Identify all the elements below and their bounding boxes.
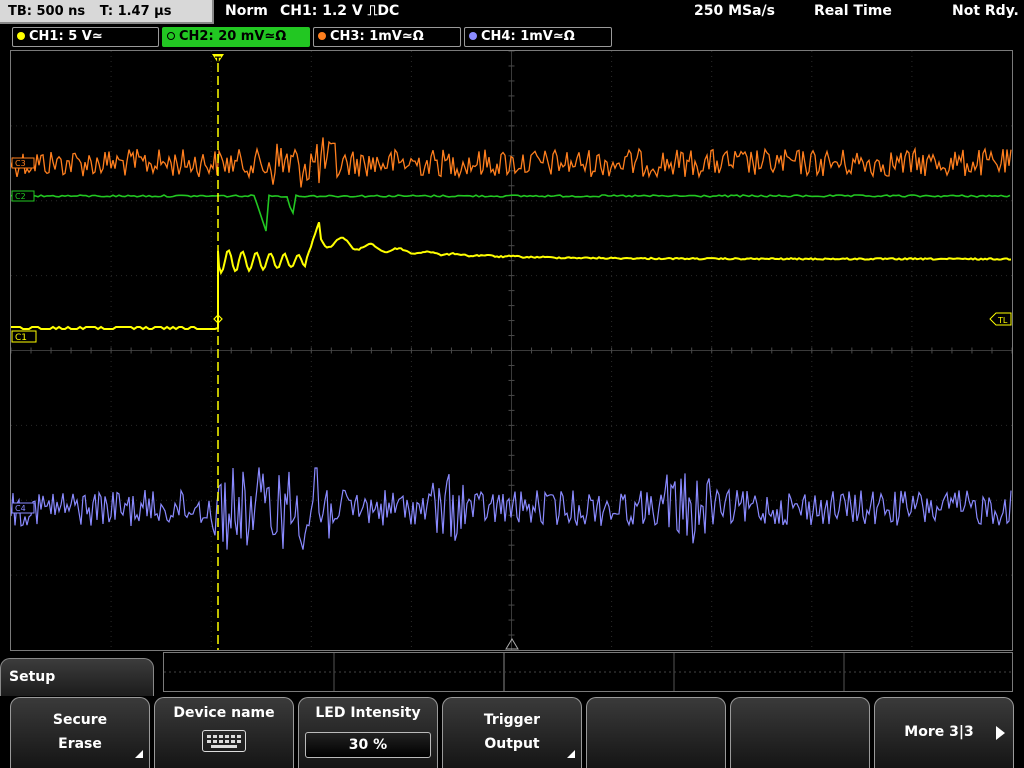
trigger-source[interactable]: CH1: 1.2 V ⎍DC bbox=[280, 3, 399, 19]
led-intensity-label: LED Intensity bbox=[315, 705, 421, 721]
ch3-offset-marker[interactable]: C3 bbox=[11, 157, 35, 169]
zoom-strip-grid bbox=[164, 653, 1012, 691]
zoom-strip bbox=[163, 652, 1013, 692]
trigger-output-line2: Output bbox=[484, 736, 540, 752]
trigger-mode[interactable]: Norm bbox=[225, 3, 268, 19]
device-name-label: Device name bbox=[173, 705, 275, 721]
more-button[interactable]: More 3|3 bbox=[874, 697, 1014, 768]
trigger-marker-label: T bbox=[215, 56, 222, 66]
channel-tab-ch4[interactable]: CH4: 1mV≃Ω bbox=[464, 27, 612, 47]
trigger-level-marker[interactable]: TL bbox=[989, 312, 1012, 326]
secure-erase-button[interactable]: Secure Erase bbox=[10, 697, 150, 768]
ch4-label: CH4: 1mV≃Ω bbox=[481, 29, 575, 44]
ch4-marker-label: C4 bbox=[15, 504, 26, 513]
ch1-marker-label: C1 bbox=[15, 333, 27, 343]
trigger-output-line1: Trigger bbox=[483, 712, 541, 728]
menu-title-tab: Setup bbox=[0, 658, 154, 698]
channel-tab-ch1[interactable]: CH1: 5 V≃ bbox=[12, 27, 159, 47]
waveform-display[interactable]: T C3 C2 C1 C4 TL bbox=[10, 50, 1013, 651]
led-intensity-button[interactable]: LED Intensity 30 % bbox=[298, 697, 438, 768]
ch1-label: CH1: 5 V≃ bbox=[29, 29, 103, 44]
trigger-position-marker[interactable]: T bbox=[212, 54, 224, 66]
waveform-canvas: T C3 C2 C1 C4 TL bbox=[11, 51, 1012, 650]
trigger-output-button[interactable]: Trigger Output bbox=[442, 697, 582, 768]
trigger-level-label: TL bbox=[997, 316, 1008, 325]
graticule bbox=[11, 51, 1012, 650]
ch2-label: CH2: 20 mV≃Ω bbox=[179, 29, 287, 44]
empty-softkey-5[interactable] bbox=[586, 697, 726, 768]
ch1-color-icon bbox=[17, 32, 25, 40]
device-name-button[interactable]: Device name bbox=[154, 697, 294, 768]
acquisition-status: Not Rdy. bbox=[952, 3, 1019, 19]
sample-rate: 250 MSa/s bbox=[694, 3, 776, 19]
keyboard-icon bbox=[202, 730, 246, 752]
ch2-marker-label: C2 bbox=[15, 192, 26, 201]
menu-title: Setup bbox=[9, 669, 56, 685]
more-label: More 3|3 bbox=[904, 724, 974, 740]
channel-tab-ch3[interactable]: CH3: 1mV≃Ω bbox=[313, 27, 461, 47]
status-bar: TB: 500 ns T: 1.47 µs Norm CH1: 1.2 V ⎍D… bbox=[0, 0, 1024, 26]
submenu-corner-icon bbox=[135, 750, 143, 758]
empty-softkey-6[interactable] bbox=[730, 697, 870, 768]
submenu-corner-icon bbox=[567, 750, 575, 758]
ch3-color-icon bbox=[318, 32, 326, 40]
ch3-marker-label: C3 bbox=[15, 159, 26, 168]
led-intensity-value: 30 % bbox=[305, 732, 431, 758]
timebase-box[interactable]: TB: 500 ns T: 1.47 µs bbox=[0, 0, 214, 24]
secure-erase-line2: Erase bbox=[58, 736, 102, 752]
trigger-time-value: T: 1.47 µs bbox=[99, 4, 172, 19]
ch2-color-icon bbox=[167, 32, 175, 40]
channel-tab-ch2[interactable]: CH2: 20 mV≃Ω bbox=[162, 27, 310, 47]
ch3-label: CH3: 1mV≃Ω bbox=[330, 29, 424, 44]
ch2-offset-marker[interactable]: C2 bbox=[11, 190, 35, 202]
secure-erase-line1: Secure bbox=[52, 712, 108, 728]
ch1-offset-marker[interactable]: C1 bbox=[11, 330, 37, 343]
arrow-right-icon bbox=[996, 726, 1005, 740]
ch4-offset-marker[interactable]: C4 bbox=[11, 502, 35, 514]
timebase-value: TB: 500 ns bbox=[8, 4, 86, 19]
ch4-color-icon bbox=[469, 32, 477, 40]
acquisition-mode: Real Time bbox=[814, 3, 892, 19]
